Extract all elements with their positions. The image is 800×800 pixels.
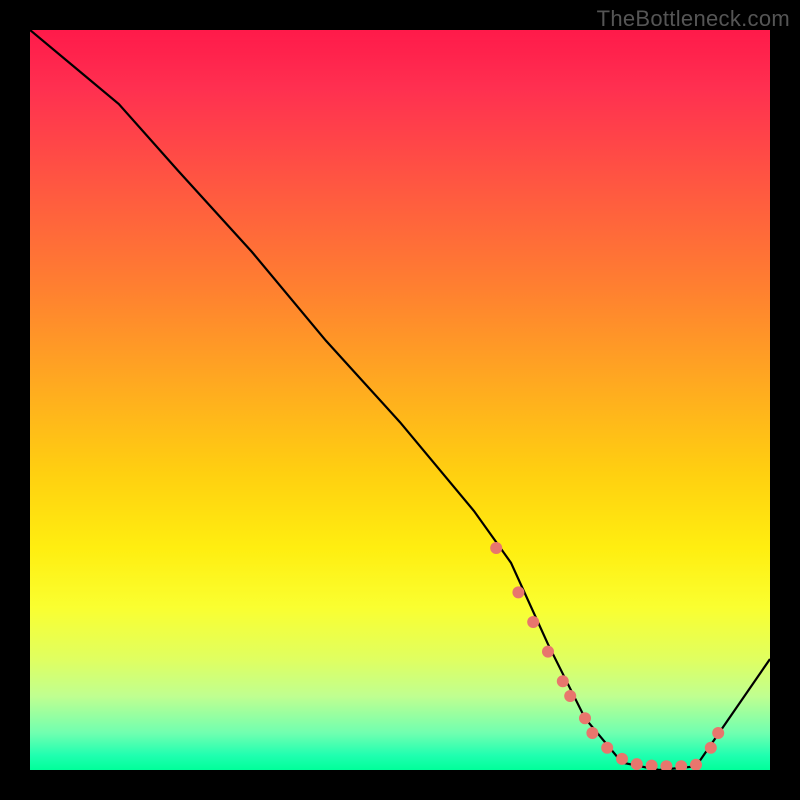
marker-dot	[712, 727, 724, 739]
marker-dot	[557, 675, 569, 687]
watermark-text: TheBottleneck.com	[597, 6, 790, 32]
marker-dot	[512, 586, 524, 598]
marker-dot	[631, 758, 643, 770]
marker-dot	[490, 542, 502, 554]
marker-dot	[616, 753, 628, 765]
marker-dot	[646, 760, 658, 770]
plot-area	[30, 30, 770, 770]
marker-dot	[579, 712, 591, 724]
marker-dot	[705, 742, 717, 754]
marker-dot	[564, 690, 576, 702]
chart-svg	[30, 30, 770, 770]
marker-dot	[542, 646, 554, 658]
marker-dot	[660, 760, 672, 770]
marker-dot	[527, 616, 539, 628]
marker-dot	[586, 727, 598, 739]
marker-dot	[675, 760, 687, 770]
marker-dot	[601, 742, 613, 754]
curve-line	[30, 30, 770, 770]
curve-markers	[490, 542, 724, 770]
